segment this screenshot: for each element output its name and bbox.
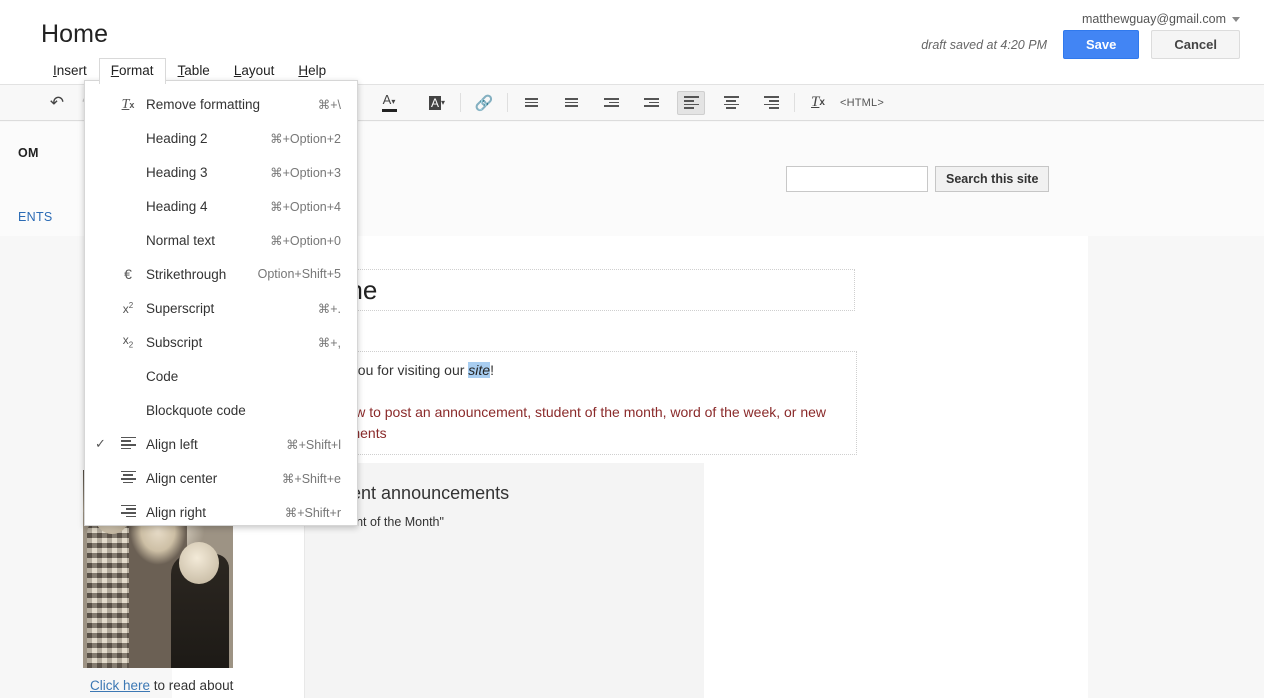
account-email: matthewguay@gmail.com — [1082, 12, 1226, 26]
superscript-icon: x2 — [122, 300, 134, 316]
menuitem-blockquote-code[interactable]: Blockquote code — [85, 393, 357, 427]
menuitem-normal-text[interactable]: Normal text ⌘+Option+0 — [85, 223, 357, 257]
page-title: Home — [41, 20, 109, 48]
tip-paragraph: Tip: How to post an announcement, studen… — [308, 402, 852, 444]
menuitem-heading-3[interactable]: Heading 3 ⌘+Option+3 — [85, 155, 357, 189]
search-input[interactable] — [786, 166, 928, 192]
draft-status: draft saved at 4:20 PM — [921, 37, 1047, 52]
numbered-list-button[interactable] — [517, 91, 545, 115]
menuitem-align-center[interactable]: Align center ⌘+Shift+e — [85, 461, 357, 495]
menuitem-label: Code — [146, 368, 179, 384]
remove-formatting-button[interactable]: Tx — [804, 91, 832, 115]
menuitem-label: Subscript — [146, 334, 203, 350]
menuitem-remove-formatting[interactable]: Tx Remove formatting ⌘+\ — [85, 87, 357, 121]
menuitem-accelerator: ⌘+Option+0 — [270, 233, 341, 248]
align-center-icon — [118, 469, 138, 487]
menu-format[interactable]: Format — [98, 58, 166, 84]
menuitem-accelerator: ⌘+\ — [317, 97, 341, 112]
html-view-button[interactable]: <HTML> — [840, 97, 884, 109]
announcements-gadget: Recent announcements "Student of the Mon… — [304, 463, 704, 698]
menuitem-accelerator: ⌘+Option+4 — [270, 199, 341, 214]
menu-help-label: elp — [308, 63, 327, 78]
menuitem-align-right[interactable]: Align right ⌘+Shift+r — [85, 495, 357, 529]
menuitem-accelerator: ⌘+Shift+r — [284, 505, 341, 520]
intro-suffix: ! — [490, 362, 494, 378]
menuitem-label: Heading 4 — [146, 198, 208, 214]
toolbar-divider — [460, 93, 461, 112]
intro-paragraph: Thank you for visiting our site! — [308, 360, 852, 380]
align-left-icon — [118, 435, 138, 453]
cancel-button[interactable]: Cancel — [1151, 30, 1240, 59]
menu-table-label: able — [184, 63, 210, 78]
page-heading-editbox[interactable]: Home — [303, 269, 855, 311]
align-center-button[interactable] — [717, 91, 745, 115]
bulleted-list-button[interactable] — [557, 91, 585, 115]
menu-insert-label: nsert — [56, 63, 87, 78]
account-menu[interactable]: matthewguay@gmail.com — [1082, 12, 1240, 26]
photo-caption-rest: to read about — [150, 678, 234, 693]
site-search: Search this site — [786, 166, 1050, 192]
tip-text: How to post an announcement, student of … — [308, 404, 827, 441]
editor-chrome: Home matthewguay@gmail.com draft saved a… — [0, 0, 1264, 84]
format-dropdown-menu: Tx Remove formatting ⌘+\ Heading 2 ⌘+Opt… — [84, 80, 358, 526]
chevron-down-icon — [1232, 16, 1240, 22]
menuitem-label: Superscript — [146, 300, 215, 316]
align-left-button[interactable] — [677, 90, 705, 115]
text-color-button[interactable]: A▾ — [375, 91, 403, 115]
menuitem-accelerator: ⌘+. — [317, 301, 341, 316]
photo-caption-link[interactable]: Click here — [90, 678, 150, 693]
outdent-button[interactable] — [597, 91, 625, 115]
menu-layout-label: ayout — [241, 63, 275, 78]
menuitem-superscript[interactable]: x2 Superscript ⌘+. — [85, 291, 357, 325]
remove-formatting-icon: Tx — [121, 96, 135, 112]
menuitem-label: Align left — [146, 436, 198, 452]
menuitem-subscript[interactable]: x2 Subscript ⌘+, — [85, 325, 357, 359]
toolbar-divider — [507, 93, 508, 112]
indent-button[interactable] — [637, 91, 665, 115]
menuitem-accelerator: ⌘+Option+3 — [270, 165, 341, 180]
highlight-color-button[interactable]: A ▾ — [423, 91, 451, 115]
menu-format-accel: F — [110, 63, 120, 78]
menuitem-label: Remove formatting — [146, 96, 261, 112]
check-icon: ✓ — [95, 436, 106, 451]
save-button[interactable]: Save — [1062, 30, 1140, 59]
menuitem-accelerator: ⌘+Option+2 — [270, 131, 341, 146]
menuitem-accelerator: ⌘+, — [317, 335, 341, 350]
subscript-icon: x2 — [122, 333, 134, 350]
menuitem-label: Heading 2 — [146, 130, 208, 146]
menuitem-heading-4[interactable]: Heading 4 ⌘+Option+4 — [85, 189, 357, 223]
align-right-button[interactable] — [757, 91, 785, 115]
strikethrough-icon: € — [124, 266, 132, 282]
menuitem-label: Align right — [146, 504, 207, 520]
search-button[interactable]: Search this site — [935, 166, 1050, 192]
menuitem-accelerator: ⌘+Shift+l — [286, 437, 341, 452]
undo-button[interactable]: ↶ — [43, 91, 71, 115]
menuitem-accelerator: ⌘+Shift+e — [281, 471, 341, 486]
menuitem-label: Align center — [146, 470, 218, 486]
align-right-icon — [118, 503, 138, 521]
menuitem-heading-2[interactable]: Heading 2 ⌘+Option+2 — [85, 121, 357, 155]
menuitem-align-left[interactable]: ✓ Align left ⌘+Shift+l — [85, 427, 357, 461]
toolbar-divider — [794, 93, 795, 112]
page-body-editbox[interactable]: Thank you for visiting our site! Tip: Ho… — [303, 351, 857, 455]
menuitem-label: Normal text — [146, 232, 216, 248]
editor-actions: draft saved at 4:20 PM Save Cancel — [921, 30, 1240, 59]
link-icon[interactable]: 🔗 — [470, 91, 498, 115]
menuitem-accelerator: Option+Shift+5 — [257, 267, 341, 281]
menuitem-label: Blockquote code — [146, 402, 246, 418]
menuitem-label: Heading 3 — [146, 164, 208, 180]
menu-format-label: ormat — [119, 63, 154, 78]
menuitem-code[interactable]: Code — [85, 359, 357, 393]
menuitem-label: Strikethrough — [146, 266, 227, 282]
menu-help-accel: H — [298, 63, 309, 78]
selected-word: site — [468, 362, 491, 378]
menuitem-strikethrough[interactable]: € Strikethrough Option+Shift+5 — [85, 257, 357, 291]
